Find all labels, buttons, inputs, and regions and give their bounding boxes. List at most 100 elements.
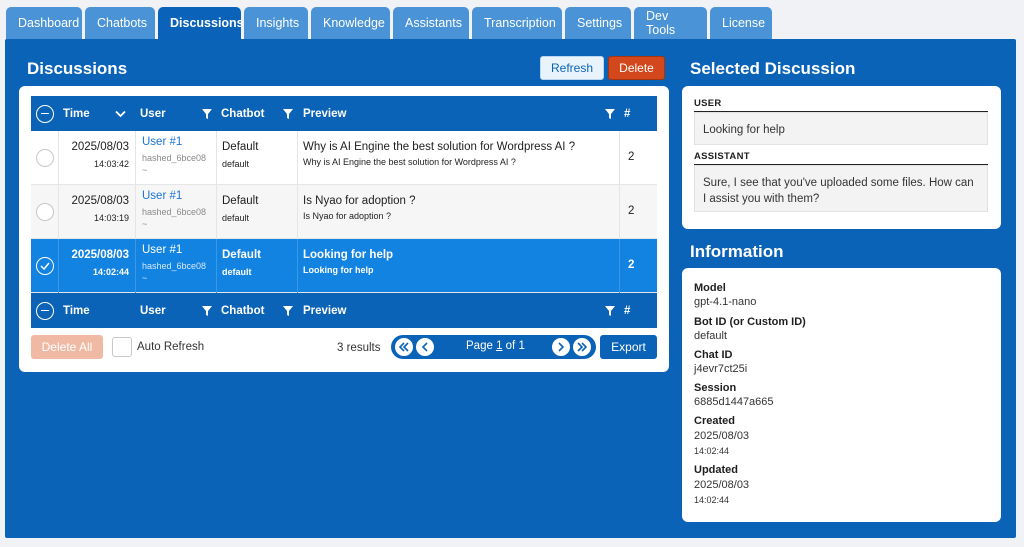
row-checkbox[interactable]: [36, 203, 54, 221]
info-session-label: Session: [694, 382, 737, 394]
row-preview: Is Nyao for adoption ?: [303, 195, 416, 207]
col-count: #: [624, 107, 631, 120]
info-botid-label: Bot ID (or Custom ID): [694, 316, 806, 328]
filter-icon[interactable]: [202, 305, 212, 316]
tab-dev-tools[interactable]: Dev Tools: [634, 7, 707, 39]
row-chatbot-id: default: [222, 267, 252, 277]
information-title: Information: [690, 242, 784, 261]
info-chatid: j4evr7ct25i: [694, 363, 748, 375]
info-chatid-label: Chat ID: [694, 349, 733, 361]
selected-discussion-card: USER Looking for help ASSISTANT Sure, I …: [682, 86, 1001, 229]
row-preview-sub: Why is AI Engine the best solution for W…: [303, 157, 516, 167]
first-page-button[interactable]: [395, 338, 413, 356]
chevron-right-icon: [558, 342, 565, 352]
tab-chatbots[interactable]: Chatbots: [85, 7, 155, 39]
filter-icon[interactable]: [605, 108, 615, 119]
selected-discussion-title: Selected Discussion: [690, 59, 856, 78]
row-time: 14:03:19: [93, 213, 129, 223]
select-all-checkbox[interactable]: [36, 301, 54, 320]
discussions-title: Discussions: [27, 59, 128, 78]
information-card: Model gpt-4.1-nano Bot ID (or Custom ID)…: [682, 268, 1001, 522]
results-count: 3 results: [337, 342, 381, 354]
check-icon: [40, 262, 50, 270]
col-time[interactable]: Time: [63, 108, 90, 120]
row-preview: Looking for help: [303, 249, 394, 261]
table-row-selected[interactable]: 2025/08/03 14:02:44 User #1 hashed_6bce0…: [31, 239, 657, 293]
message-role: ASSISTANT: [694, 151, 750, 162]
info-created-date: 2025/08/03: [694, 430, 750, 442]
col-preview[interactable]: Preview: [303, 108, 346, 120]
main-panel: Discussions Refresh Delete Time User Cha…: [5, 39, 1016, 538]
filter-icon[interactable]: [283, 108, 293, 119]
row-user-extra: ~: [142, 165, 148, 175]
info-model: gpt-4.1-nano: [694, 296, 757, 308]
row-chatbot-id: default: [222, 159, 250, 169]
refresh-button[interactable]: Refresh: [540, 56, 604, 80]
tab-knowledge[interactable]: Knowledge: [311, 7, 390, 39]
row-chatbot: Default: [222, 249, 261, 261]
tab-license[interactable]: License: [710, 7, 772, 39]
col-user[interactable]: User: [140, 305, 166, 317]
table-footer: Time User Chatbot Preview #: [31, 293, 657, 328]
delete-button[interactable]: Delete: [608, 56, 665, 80]
delete-all-button[interactable]: Delete All: [31, 335, 103, 359]
info-botid: default: [694, 330, 728, 342]
col-chatbot[interactable]: Chatbot: [221, 305, 264, 317]
row-date: 2025/08/03: [71, 249, 129, 261]
row-time: 14:02:44: [92, 267, 129, 277]
next-page-button[interactable]: [552, 338, 570, 356]
row-user-link[interactable]: User #1: [142, 136, 182, 148]
tab-insights[interactable]: Insights: [244, 7, 308, 39]
filter-icon[interactable]: [605, 305, 615, 316]
row-preview: Why is AI Engine the best solution for W…: [303, 141, 576, 153]
col-time[interactable]: Time: [63, 305, 90, 317]
tab-transcription[interactable]: Transcription: [472, 7, 562, 39]
row-time: 14:03:42: [93, 159, 129, 169]
table-header: Time User Chatbot Preview #: [31, 96, 657, 131]
chevron-down-icon[interactable]: [115, 110, 126, 118]
page-indicator: Page 1 of 1: [466, 340, 525, 352]
col-preview[interactable]: Preview: [303, 305, 346, 317]
info-model-label: Model: [694, 282, 726, 294]
row-count: 2: [628, 205, 635, 217]
info-updated-date: 2025/08/03: [694, 479, 750, 491]
auto-refresh-checkbox[interactable]: [112, 337, 132, 357]
info-updated-label: Updated: [694, 464, 738, 476]
tab-assistants[interactable]: Assistants: [393, 7, 469, 39]
tab-dashboard[interactable]: Dashboard: [6, 7, 82, 39]
chevron-left-icon: [421, 342, 428, 352]
col-user[interactable]: User: [140, 108, 166, 120]
discussions-card: Time User Chatbot Preview # 2025/08/03 1…: [19, 86, 669, 372]
col-count: #: [624, 304, 631, 317]
col-chatbot[interactable]: Chatbot: [221, 108, 264, 120]
row-date: 2025/08/03: [71, 141, 129, 153]
auto-refresh-label: Auto Refresh: [137, 341, 205, 353]
table-row[interactable]: 2025/08/03 14:03:42 User #1 hashed_6bce0…: [31, 131, 657, 185]
filter-icon[interactable]: [283, 305, 293, 316]
row-chatbot: Default: [222, 195, 259, 207]
nav-tabs: Dashboard Chatbots Discussions Insights …: [6, 7, 772, 39]
row-date: 2025/08/03: [71, 195, 129, 207]
select-all-checkbox[interactable]: [36, 104, 54, 123]
table-row[interactable]: 2025/08/03 14:03:19 User #1 hashed_6bce0…: [31, 185, 657, 239]
row-checkbox-checked[interactable]: [36, 257, 54, 275]
discussions-table: Time User Chatbot Preview # 2025/08/03 1…: [31, 96, 657, 328]
tab-discussions[interactable]: Discussions: [158, 7, 244, 39]
row-preview-sub: Looking for help: [303, 265, 374, 275]
export-button[interactable]: Export: [600, 335, 657, 359]
message-assistant: Sure, I see that you've uploaded some fi…: [694, 165, 988, 212]
message-role: USER: [694, 98, 722, 109]
info-updated-time: 14:02:44: [694, 495, 730, 505]
row-user-extra: ~: [142, 219, 148, 229]
row-user-link[interactable]: User #1: [142, 244, 182, 256]
prev-page-button[interactable]: [416, 338, 434, 356]
filter-icon[interactable]: [202, 108, 212, 119]
row-user-hash: hashed_6bce08: [142, 261, 207, 271]
row-user-link[interactable]: User #1: [142, 190, 182, 202]
row-user-extra: ~: [142, 273, 148, 283]
row-checkbox[interactable]: [36, 149, 54, 167]
tab-settings[interactable]: Settings: [565, 7, 631, 39]
last-page-button[interactable]: [573, 338, 591, 356]
double-chevron-right-icon: [577, 342, 588, 352]
info-created-time: 14:02:44: [694, 446, 730, 456]
